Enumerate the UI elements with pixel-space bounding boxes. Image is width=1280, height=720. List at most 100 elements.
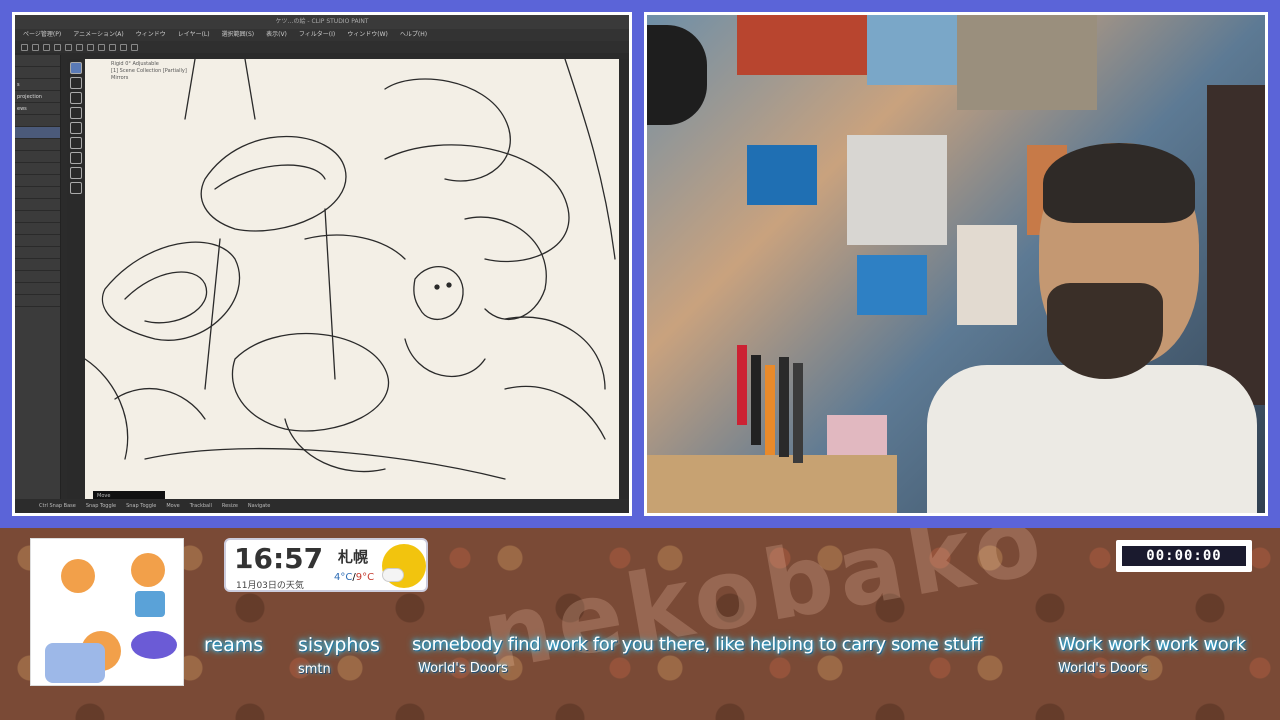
drawing-canvas[interactable]: Rigid 0° Adjustable [1] Scene Collection… [85,59,619,501]
person-beard [1047,283,1163,379]
wall-photo [737,15,867,75]
layer-row[interactable]: s [15,79,60,91]
bookshelf [1207,85,1265,405]
menu-item[interactable]: ウィンドウ(W) [347,29,388,41]
menu-item[interactable]: ページ管理(P) [23,29,61,41]
tool-strip [67,59,85,501]
rotate-tool-icon[interactable] [70,107,82,119]
canvas-info-line: Mirrors [111,75,129,81]
settings-icon[interactable] [131,43,138,51]
camera-tool-icon[interactable] [70,137,82,149]
cloud-icon [382,568,404,582]
undo-icon[interactable] [54,43,61,51]
lasso-tool-icon[interactable] [70,77,82,89]
status-item[interactable]: Snap Toggle [86,499,116,513]
layer-row[interactable] [15,271,60,283]
menu-item[interactable]: レイヤー(L) [178,29,210,41]
character-art-card [30,538,184,686]
ticker-subtitle: World's Doors [418,661,508,676]
layer-row[interactable] [15,67,60,79]
canvas-info: Rigid 0° Adjustable [1] Scene Collection… [111,61,187,82]
object-tool-icon[interactable] [70,182,82,194]
layer-row[interactable] [15,187,60,199]
transform-icon[interactable] [87,43,94,51]
layer-row[interactable] [15,139,60,151]
print-icon[interactable] [120,43,127,51]
status-item[interactable]: Move [166,499,179,513]
temp-high: 4°C [334,572,353,583]
pen-tool-icon[interactable] [70,152,82,164]
weather-city: 札幌 [338,548,369,566]
menu-item[interactable]: ウィンドウ [136,29,166,41]
right-toolbar [619,59,629,501]
ticker-item: sisyphos smtn [298,634,380,677]
menu-item[interactable]: 表示(V) [266,29,287,41]
layer-row[interactable] [15,115,60,127]
status-item[interactable]: Ctrl Snap Base [39,499,76,513]
person-shirt [927,365,1257,513]
wall-photo [847,135,947,245]
layer-row[interactable] [15,235,60,247]
layer-row[interactable] [15,247,60,259]
weather-temperature: 4°C/9°C [334,572,374,583]
layer-panel: s projection ews [15,55,61,501]
stream-timer: 00:00:00 [1116,540,1252,572]
layer-row-selected[interactable] [15,127,60,139]
ticker-item: reams [204,634,263,662]
cat-character [131,553,165,587]
layer-row[interactable] [15,151,60,163]
webcam-feed [644,12,1268,516]
layer-row[interactable]: ews [15,103,60,115]
wall-photo [957,15,1097,110]
ticker-subtitle: smtn [298,662,331,677]
status-item[interactable]: Snap Toggle [126,499,156,513]
save-icon[interactable] [43,43,50,51]
canvas-info-line: [1] Scene Collection [Partially] [111,68,187,74]
layer-row[interactable] [15,295,60,307]
ticker-subtitle: World's Doors [1058,661,1148,676]
drawing-app-window: ケツ…の絵 - CLIP STUDIO PAINT ページ管理(P) アニメーシ… [12,12,632,516]
command-bar [15,41,629,53]
menu-item[interactable]: フィルター(I) [299,29,335,41]
person-hair [1043,143,1195,223]
deselect-icon[interactable] [98,43,105,51]
status-item[interactable]: Trackball [190,499,212,513]
invert-selection-icon[interactable] [109,43,116,51]
layer-row[interactable] [15,211,60,223]
cat-character [61,559,95,593]
open-file-icon[interactable] [32,43,39,51]
ticker-item: somebody find work for you there, like h… [412,634,983,676]
layer-row[interactable] [15,163,60,175]
layer-row[interactable] [15,199,60,211]
layer-row[interactable]: projection [15,91,60,103]
new-file-icon[interactable] [21,43,28,51]
status-item[interactable]: Resize [222,499,238,513]
scale-tool-icon[interactable] [70,122,82,134]
status-item[interactable]: Navigate [248,499,270,513]
status-bar: Ctrl Snap Base Snap Toggle Snap Toggle M… [15,499,629,513]
marker-cup [737,345,817,475]
layer-row[interactable] [15,55,60,67]
ticker-title: somebody find work for you there, like h… [412,634,983,655]
redo-icon[interactable] [65,43,72,51]
app-title: ケツ…の絵 - CLIP STUDIO PAINT [15,15,629,29]
layer-row[interactable] [15,175,60,187]
select-tool-icon[interactable] [70,62,82,74]
menu-item[interactable]: アニメーション(A) [73,29,124,41]
stream-overlay-bar: nekobako 16:57 11月03日の天気 札幌 4°C/9°C 00:0… [0,528,1280,720]
move-tool-icon[interactable] [70,92,82,104]
ruler-tool-icon[interactable] [70,167,82,179]
sketch-drawing [85,59,616,480]
menu-item[interactable]: ヘルプ(H) [400,29,427,41]
timer-display: 00:00:00 [1122,546,1246,566]
wall-photo [857,255,927,315]
menu-item[interactable]: 選択範囲(S) [222,29,255,41]
layer-row[interactable] [15,223,60,235]
clear-icon[interactable] [76,43,83,51]
microphone [647,25,707,125]
menu-bar: ページ管理(P) アニメーション(A) ウィンドウ レイヤー(L) 選択範囲(S… [15,29,629,41]
layer-row[interactable] [15,259,60,271]
wall-photo [867,15,957,85]
layer-row[interactable] [15,283,60,295]
ticker-item: Work work work work World's Doors [1058,634,1246,676]
